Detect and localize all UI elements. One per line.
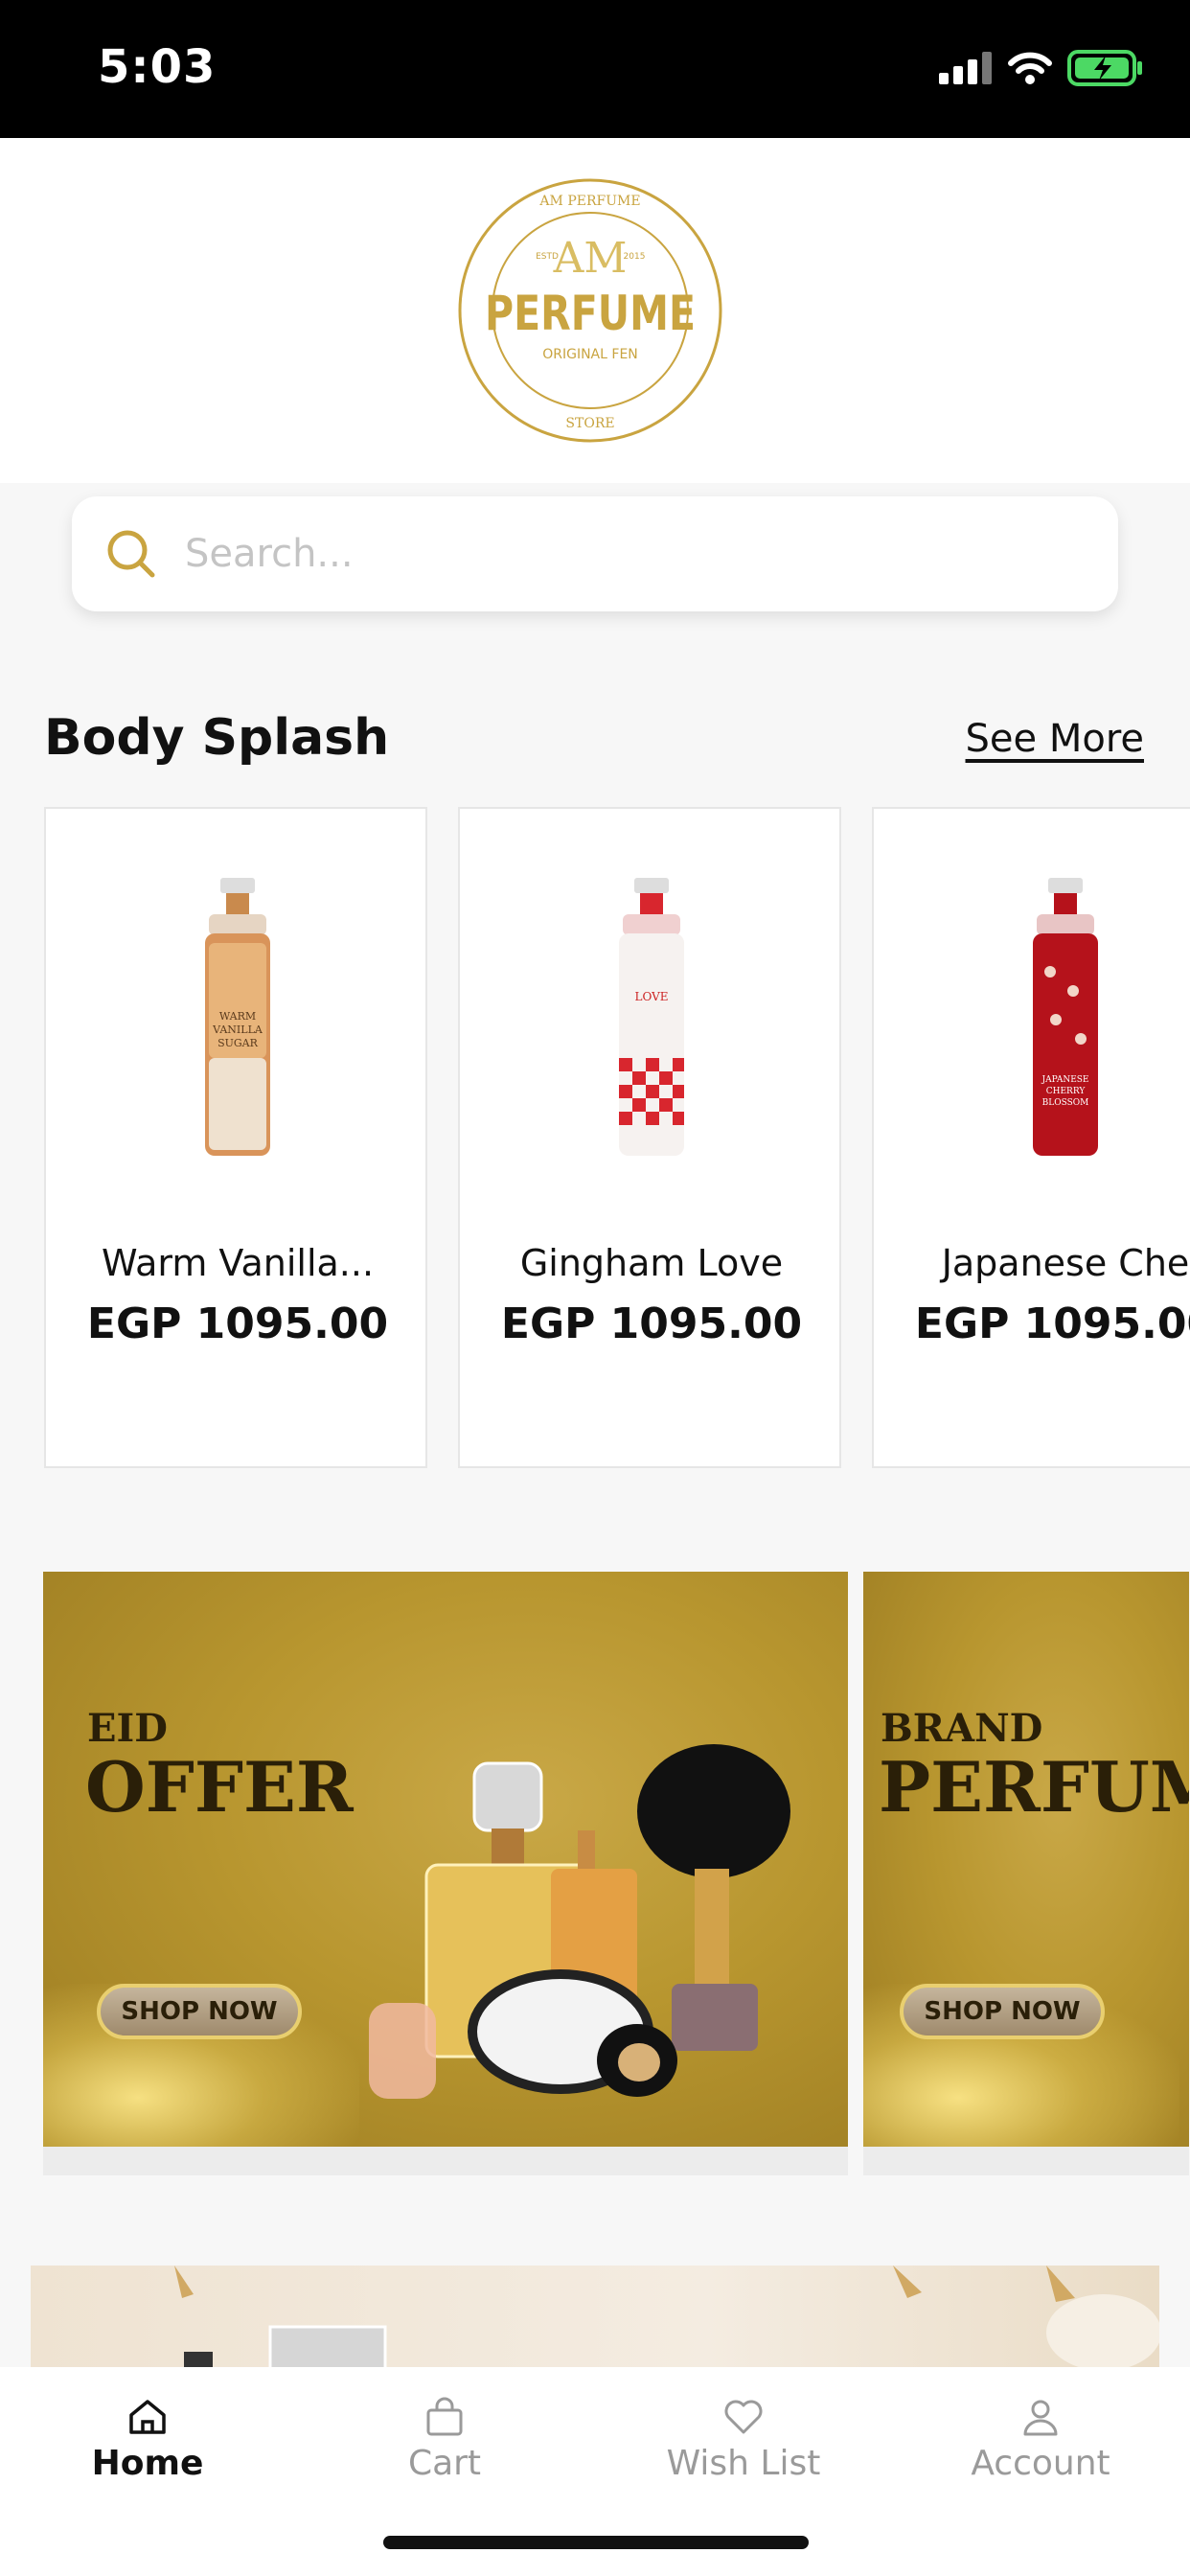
cosmetics-illustration — [369, 1744, 790, 2099]
status-time: 5:03 — [98, 40, 217, 94]
see-more-link[interactable]: See More — [966, 717, 1144, 761]
search-bar[interactable] — [72, 496, 1118, 611]
heart-icon — [724, 2400, 763, 2434]
nav-account[interactable]: Account — [935, 2396, 1146, 2483]
battery-icon — [1067, 50, 1142, 86]
product-name: Warm Vanilla... — [101, 1242, 375, 1284]
home-icon — [129, 2400, 166, 2434]
promo-banner-image: EID OFFER SHOP NOW — [43, 1572, 848, 2147]
logo-sub: ORIGINAL FEN — [542, 347, 638, 362]
svg-text:CHERRY: CHERRY — [1046, 1087, 1087, 1096]
product-price: EGP 1095.00 — [914, 1300, 1190, 1348]
product-card[interactable]: JAPANESE CHERRY BLOSSOM Japanese Che EGP… — [872, 807, 1190, 1468]
nav-home-label: Home — [91, 2444, 204, 2483]
promo-banner-image: BRAND PERFUM SHOP NOW — [863, 1572, 1189, 2147]
product-name: Gingham Love — [519, 1242, 784, 1284]
nav-account-label: Account — [971, 2444, 1110, 2483]
logo-year: 2015 — [624, 252, 646, 262]
signal-icon — [939, 52, 992, 84]
banner-heading-large: PERFUM — [879, 1746, 1189, 1828]
promo-banner[interactable]: EID OFFER SHOP NOW — [43, 1572, 848, 2175]
wifi-icon — [1008, 52, 1052, 84]
product-price: EGP 1095.00 — [86, 1300, 389, 1348]
logo-est: ESTD — [536, 252, 559, 262]
cart-icon — [426, 2397, 463, 2436]
search-icon — [107, 530, 155, 578]
svg-text:VANILLA: VANILLA — [212, 1024, 263, 1036]
nav-cart[interactable]: Cart — [339, 2396, 550, 2483]
banner-heading-small: EID — [87, 1706, 168, 1751]
search-input[interactable] — [185, 532, 1047, 576]
logo-wordmark: PERFUME — [485, 286, 696, 341]
home-indicator — [383, 2536, 809, 2549]
status-bar: 5:03 — [0, 0, 1190, 138]
nav-home[interactable]: Home — [42, 2396, 253, 2483]
product-image: WARM VANILLA SUGAR — [205, 878, 270, 1156]
svg-text:BLOSSOM: BLOSSOM — [1042, 1098, 1089, 1108]
brand-logo[interactable]: AM PERFUME AM ESTD 2015 PERFUME ORIGINAL… — [456, 176, 724, 445]
shop-now-button[interactable]: SHOP NOW — [97, 1984, 302, 2039]
shop-now-button[interactable]: SHOP NOW — [900, 1984, 1105, 2039]
product-price: EGP 1095.00 — [500, 1300, 803, 1348]
product-card[interactable]: WARM VANILLA SUGAR Warm Vanilla... EGP 1… — [44, 807, 427, 1468]
header: AM PERFUME AM ESTD 2015 PERFUME ORIGINAL… — [0, 138, 1190, 483]
product-card[interactable]: LOVE Gingham Love EGP 1095.00 — [458, 807, 841, 1468]
nav-wishlist[interactable]: Wish List — [638, 2396, 849, 2483]
banner-heading-large: OFFER — [85, 1746, 354, 1828]
logo-top-text: AM PERFUME — [538, 194, 640, 209]
logo-bottom-text: STORE — [565, 416, 614, 431]
logo-monogram: AM — [553, 234, 628, 283]
banner-heading-small: BRAND — [881, 1706, 1043, 1751]
nav-wishlist-label: Wish List — [666, 2444, 821, 2483]
user-icon — [1023, 2400, 1058, 2436]
nav-cart-label: Cart — [407, 2444, 482, 2483]
product-image: LOVE — [619, 878, 684, 1156]
svg-text:WARM: WARM — [219, 1010, 256, 1023]
product-image: JAPANESE CHERRY BLOSSOM — [1033, 878, 1098, 1156]
status-icons — [939, 50, 1144, 86]
section-title: Body Splash — [44, 709, 390, 767]
promo-banner-partial[interactable] — [31, 2266, 1159, 2371]
banner-decoration — [174, 2266, 1159, 2371]
promo-carousel[interactable]: EID OFFER SHOP NOW BRAND PERFUM SHOP NOW — [43, 1572, 1190, 2175]
promo-banner[interactable]: BRAND PERFUM SHOP NOW — [863, 1572, 1189, 2175]
product-name: Japanese Che — [941, 1242, 1190, 1284]
product-carousel[interactable]: WARM VANILLA SUGAR Warm Vanilla... EGP 1… — [44, 807, 1190, 1468]
svg-text:JAPANESE: JAPANESE — [1041, 1075, 1088, 1085]
svg-text:SUGAR: SUGAR — [217, 1037, 259, 1049]
svg-text:LOVE: LOVE — [634, 990, 668, 1003]
